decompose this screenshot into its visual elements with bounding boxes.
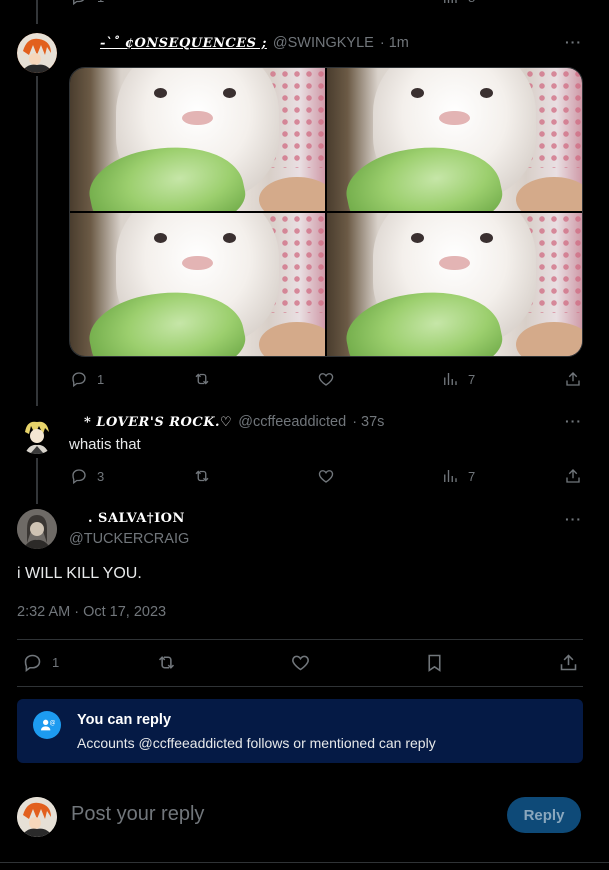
reply-button[interactable]: 1 bbox=[70, 0, 104, 6]
divider bbox=[17, 639, 583, 640]
post-header: -`˚ ¢ONSEQUENCES ; @SWINGKYLE · 1m bbox=[100, 35, 409, 51]
post-time[interactable]: · 37s bbox=[352, 414, 384, 430]
reply-input[interactable]: Post your reply bbox=[71, 803, 204, 826]
repost-button[interactable] bbox=[193, 467, 211, 485]
mention-user-icon: @ bbox=[33, 711, 61, 739]
share-icon bbox=[564, 370, 582, 388]
display-name[interactable]: -`˚ ¢ONSEQUENCES ; bbox=[100, 36, 267, 51]
thread-line bbox=[36, 76, 38, 406]
like-button[interactable] bbox=[317, 467, 335, 485]
svg-text:@: @ bbox=[50, 719, 55, 726]
avatar[interactable] bbox=[17, 509, 57, 549]
display-name[interactable]: * LOVER'S ROCK.♡ bbox=[84, 415, 232, 430]
share-button[interactable] bbox=[558, 652, 579, 673]
views-count: 8 bbox=[468, 0, 475, 5]
divider bbox=[0, 862, 609, 863]
reply-submit-button[interactable]: Reply bbox=[507, 797, 581, 833]
heart-icon bbox=[290, 652, 311, 673]
handle[interactable]: @TUCKERCRAIG bbox=[69, 531, 189, 547]
views-icon bbox=[441, 0, 459, 6]
handle[interactable]: @ccffeeaddicted bbox=[238, 414, 346, 430]
avatar[interactable] bbox=[17, 33, 57, 73]
views-count: 7 bbox=[468, 468, 476, 484]
repost-button[interactable] bbox=[193, 370, 211, 388]
share-icon bbox=[564, 467, 582, 485]
share-button[interactable] bbox=[564, 370, 582, 388]
reply-icon bbox=[70, 370, 88, 388]
repost-icon bbox=[156, 652, 177, 673]
post-text: i WILL KILL YOU. bbox=[17, 565, 142, 582]
reply-button[interactable]: 3 bbox=[70, 467, 104, 485]
media-image[interactable] bbox=[70, 68, 325, 211]
views-count: 7 bbox=[468, 371, 476, 387]
action-row: 3 7 bbox=[0, 467, 609, 487]
partial-action-row: 1 8 bbox=[0, 0, 609, 8]
handle[interactable]: @SWINGKYLE bbox=[273, 35, 374, 51]
share-icon bbox=[558, 652, 579, 673]
views-button[interactable]: 8 bbox=[441, 0, 475, 6]
media-image[interactable] bbox=[70, 213, 325, 356]
bookmark-icon bbox=[424, 652, 445, 673]
reply-count: 1 bbox=[97, 371, 105, 387]
reply-restriction-subtitle: Accounts @ccffeeaddicted follows or ment… bbox=[77, 735, 436, 751]
views-icon bbox=[441, 370, 459, 388]
reply-restriction-title: You can reply bbox=[77, 712, 172, 728]
avatar[interactable] bbox=[17, 414, 57, 454]
like-button[interactable] bbox=[317, 370, 335, 388]
post-text: whatis that bbox=[69, 436, 141, 453]
action-row: 1 bbox=[0, 652, 609, 674]
views-button[interactable]: 7 bbox=[441, 370, 475, 388]
more-icon[interactable]: ··· bbox=[565, 413, 582, 429]
reply-count: 1 bbox=[52, 655, 60, 670]
reply-icon bbox=[70, 467, 88, 485]
repost-icon bbox=[193, 467, 211, 485]
reply-button[interactable]: 1 bbox=[22, 652, 59, 673]
heart-icon bbox=[317, 467, 335, 485]
repost-icon bbox=[193, 370, 211, 388]
post-timestamp[interactable]: 2:32 AM · Oct 17, 2023 bbox=[17, 604, 166, 620]
avatar[interactable] bbox=[17, 797, 57, 837]
post-header: * LOVER'S ROCK.♡ @ccffeeaddicted · 37s bbox=[84, 414, 384, 430]
views-icon bbox=[441, 467, 459, 485]
divider bbox=[17, 686, 583, 687]
media-image[interactable] bbox=[327, 213, 582, 356]
reply-button[interactable]: 1 bbox=[70, 370, 104, 388]
display-name[interactable]: . SALVA†ION bbox=[88, 511, 185, 526]
bookmark-button[interactable] bbox=[424, 652, 445, 673]
reply-count: 3 bbox=[97, 468, 105, 484]
more-icon[interactable]: ··· bbox=[565, 511, 582, 527]
more-icon[interactable]: ··· bbox=[565, 34, 582, 50]
like-button[interactable] bbox=[290, 652, 311, 673]
repost-button[interactable] bbox=[156, 652, 177, 673]
share-button[interactable] bbox=[564, 467, 582, 485]
views-button[interactable]: 7 bbox=[441, 467, 475, 485]
reply-count: 1 bbox=[97, 0, 104, 5]
media-grid[interactable] bbox=[69, 67, 583, 357]
heart-icon bbox=[317, 370, 335, 388]
reply-icon bbox=[22, 652, 43, 673]
post-time[interactable]: · 1m bbox=[380, 35, 409, 51]
reply-restriction-notice: @ You can reply Accounts @ccffeeaddicted… bbox=[17, 699, 583, 763]
media-image[interactable] bbox=[327, 68, 582, 211]
reply-icon bbox=[70, 0, 88, 6]
action-row: 1 7 bbox=[0, 370, 609, 390]
